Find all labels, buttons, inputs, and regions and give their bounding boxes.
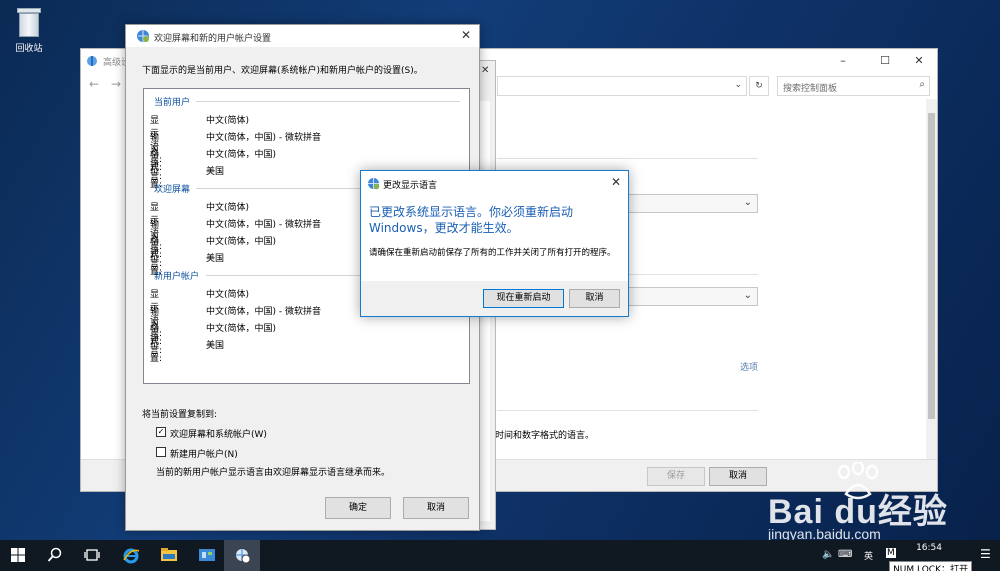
- cancel-button[interactable]: 取消: [403, 497, 469, 519]
- restart-now-button[interactable]: 现在重新启动: [483, 289, 564, 308]
- setting-value: 中文(简体，中国): [206, 237, 277, 247]
- maximize-button[interactable]: ☐: [870, 53, 900, 69]
- file-explorer-button[interactable]: [150, 540, 186, 571]
- globe-settings-icon: [368, 178, 380, 190]
- search-box[interactable]: 搜索控制面板 ⌕: [777, 76, 930, 96]
- restart-body-text: 请确保在重新启动前保存了所有的工作并关闭了所有打开的程序。: [369, 248, 616, 258]
- address-dropdown-icon[interactable]: ⌄: [734, 80, 742, 90]
- globe-settings-icon: [137, 30, 149, 42]
- close-icon[interactable]: ✕: [611, 175, 621, 189]
- group-title-welcome-screen: 欢迎屏幕: [154, 185, 191, 195]
- copy-to-label: 将当前设置复制到:: [142, 410, 218, 420]
- setting-value: 美国: [206, 341, 225, 351]
- setting-value: 中文(简体，中国): [206, 150, 277, 160]
- ime-language-indicator[interactable]: 英: [864, 549, 873, 562]
- close-icon[interactable]: ✕: [481, 65, 489, 76]
- change-dialog-title: 更改显示语言: [383, 181, 438, 191]
- change-dialog-footer: 现在重新启动 取消: [361, 281, 628, 316]
- baidu-watermark: Bai du经验 jingyan.baidu.com: [768, 462, 948, 548]
- control-panel-icon: [199, 549, 215, 561]
- volume-icon[interactable]: 🔈: [822, 549, 834, 560]
- save-button[interactable]: 保存: [647, 467, 705, 486]
- refresh-button[interactable]: ↻: [749, 76, 769, 96]
- cancel-button[interactable]: 取消: [569, 289, 620, 308]
- checkbox-label[interactable]: 新建用户帐户(N): [170, 447, 238, 460]
- close-icon[interactable]: ✕: [461, 28, 471, 42]
- internet-explorer-icon: [123, 548, 140, 564]
- cancel-button[interactable]: 取消: [709, 467, 767, 486]
- intro-text: 下面显示的是当前用户、欢迎屏幕(系统帐户)和新用户帐户的设置(S)。: [142, 66, 423, 76]
- scrollbar-thumb[interactable]: [928, 113, 935, 419]
- welcome-dialog-titlebar: 欢迎屏幕和新的用户帐户设置 ✕: [126, 25, 479, 47]
- clock[interactable]: 16:54: [916, 543, 942, 553]
- chevron-down-icon: ⌄: [743, 290, 752, 301]
- setting-value: 中文(简体，中国): [206, 324, 277, 334]
- setting-value: 美国: [206, 254, 225, 264]
- clock-time: 16:54: [916, 543, 942, 553]
- taskbar: 🔈 ⌨ 英 M ☰ 16:54: [0, 540, 1000, 571]
- task-view-button[interactable]: [74, 540, 110, 571]
- recycle-bin-desktop-icon[interactable]: 回收站: [6, 6, 52, 54]
- checkbox-box[interactable]: [156, 447, 166, 457]
- setting-value: 中文(简体，中国) - 微软拼音: [206, 133, 321, 143]
- change-display-language-dialog: 更改显示语言 ✕ 已更改系统显示语言。你必须重新启动 Windows，更改才能生…: [360, 170, 629, 317]
- control-panel-icon: [87, 56, 97, 66]
- search-input[interactable]: 搜索控制面板: [783, 81, 837, 94]
- vertical-scrollbar[interactable]: [926, 99, 937, 461]
- chevron-down-icon: ⌄: [743, 197, 752, 208]
- welcome-dialog-title: 欢迎屏幕和新的用户帐户设置: [154, 34, 272, 44]
- notifications-icon[interactable]: ☰: [980, 547, 991, 561]
- divider: [497, 158, 758, 159]
- refresh-icon: ↻: [755, 81, 763, 91]
- setting-value: 中文(简体): [206, 116, 250, 126]
- numlock-indicator: NUM LOCK：打开: [889, 561, 972, 571]
- close-button[interactable]: ✕: [904, 53, 934, 69]
- task-view-icon: [84, 549, 100, 561]
- search-icon: ⌕: [919, 79, 925, 90]
- windows-logo-icon: [11, 548, 25, 562]
- setting-value: 中文(简体): [206, 290, 250, 300]
- setting-value: 中文(简体，中国) - 微软拼音: [206, 220, 321, 230]
- checkbox-box[interactable]: ✓: [156, 427, 166, 437]
- control-panel-taskbar-button[interactable]: [188, 540, 224, 571]
- back-arrow-icon[interactable]: ←: [89, 77, 99, 91]
- recycle-bin-icon: [15, 6, 43, 38]
- forward-arrow-icon[interactable]: →: [111, 77, 121, 91]
- checkbox-label[interactable]: 欢迎屏幕和系统帐户(W): [170, 427, 267, 440]
- ok-button[interactable]: 确定: [325, 497, 391, 519]
- group-title-new-user: 新用户帐户: [154, 272, 200, 282]
- format-hint-text: 时间和数字格式的语言。: [495, 431, 595, 441]
- setting-key: 位置:: [150, 341, 163, 364]
- divider: [497, 410, 758, 411]
- group-divider: [196, 101, 460, 102]
- globe-settings-icon: [236, 549, 251, 564]
- recycle-bin-label: 回收站: [15, 44, 43, 54]
- minimize-button[interactable]: –: [828, 53, 858, 69]
- address-bar[interactable]: ⌄: [497, 76, 747, 96]
- setting-value: 中文(简体): [206, 203, 250, 213]
- language-settings-taskbar-button[interactable]: [224, 540, 260, 571]
- restart-headline: 已更改系统显示语言。你必须重新启动 Windows，更改才能生效。: [369, 205, 574, 235]
- ime-mode-indicator[interactable]: M: [886, 548, 896, 558]
- search-icon: [47, 547, 62, 562]
- ie-taskbar-button[interactable]: [112, 540, 148, 571]
- group-title-current-user: 当前用户: [154, 98, 191, 108]
- search-taskbar-button[interactable]: [37, 540, 73, 571]
- start-button[interactable]: [0, 540, 36, 571]
- setting-value: 美国: [206, 167, 225, 177]
- input-method-icon[interactable]: ⌨: [838, 549, 852, 560]
- inherit-note: 当前的新用户帐户显示语言由欢迎屏幕显示语言继承而来。: [156, 468, 391, 478]
- options-link[interactable]: 选项: [740, 360, 758, 373]
- folder-icon: [161, 548, 177, 561]
- setting-value: 中文(简体，中国) - 微软拼音: [206, 307, 321, 317]
